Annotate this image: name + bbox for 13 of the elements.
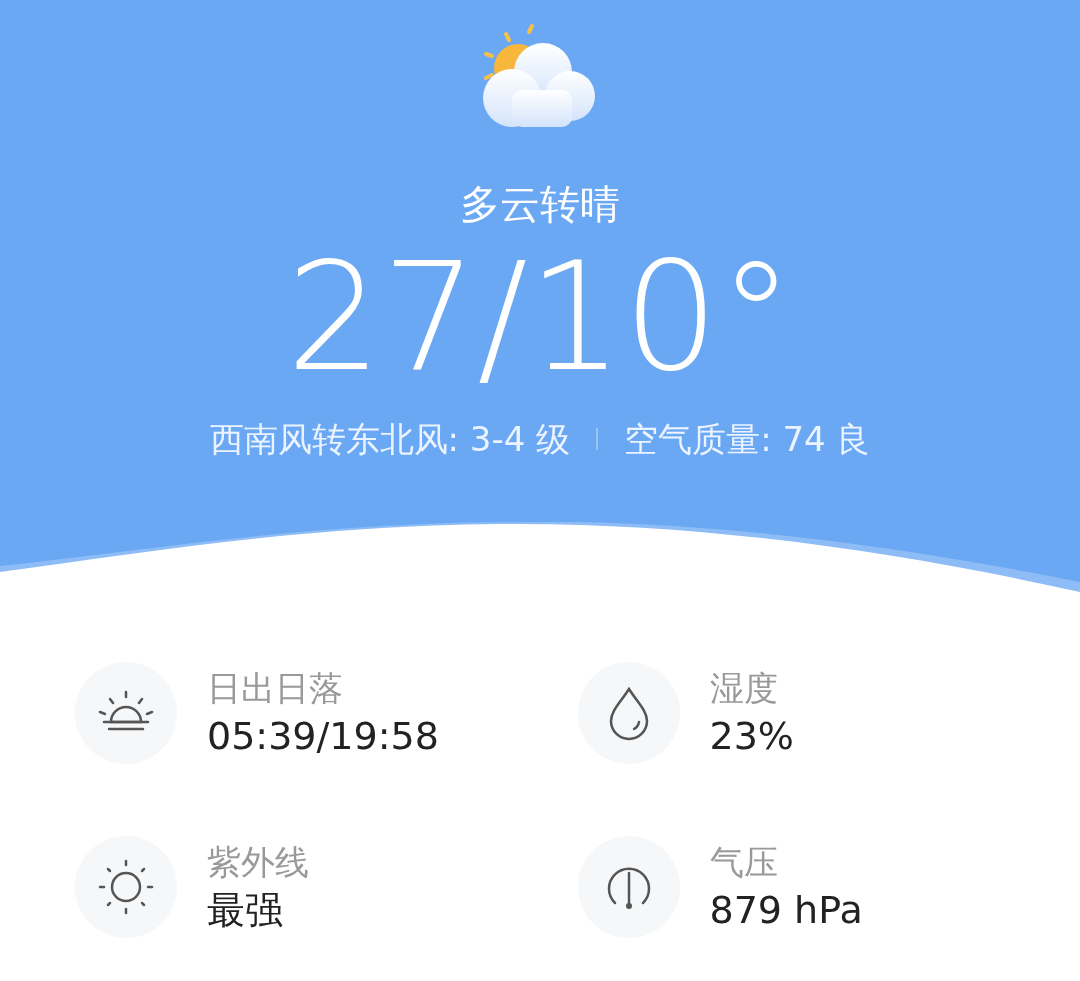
detail-label: 日出日落 bbox=[207, 671, 344, 705]
wind-text: 西南风转东北风: 3-4 级 bbox=[209, 422, 571, 456]
temperature-text: 27/10° bbox=[286, 242, 794, 392]
detail-value: 879 hPa bbox=[709, 891, 863, 929]
sun-icon bbox=[98, 859, 154, 915]
detail-label: 湿度 bbox=[709, 671, 779, 705]
detail-label: 气压 bbox=[709, 845, 779, 879]
condition-text: 多云转晴 bbox=[460, 184, 620, 224]
detail-value: 最强 bbox=[207, 891, 284, 929]
air-quality-text: 空气质量: 74 良 bbox=[624, 422, 871, 456]
detail-value: 05:39/19:58 bbox=[207, 717, 439, 755]
detail-value: 23% bbox=[709, 717, 794, 755]
detail-label: 紫外线 bbox=[207, 845, 309, 879]
